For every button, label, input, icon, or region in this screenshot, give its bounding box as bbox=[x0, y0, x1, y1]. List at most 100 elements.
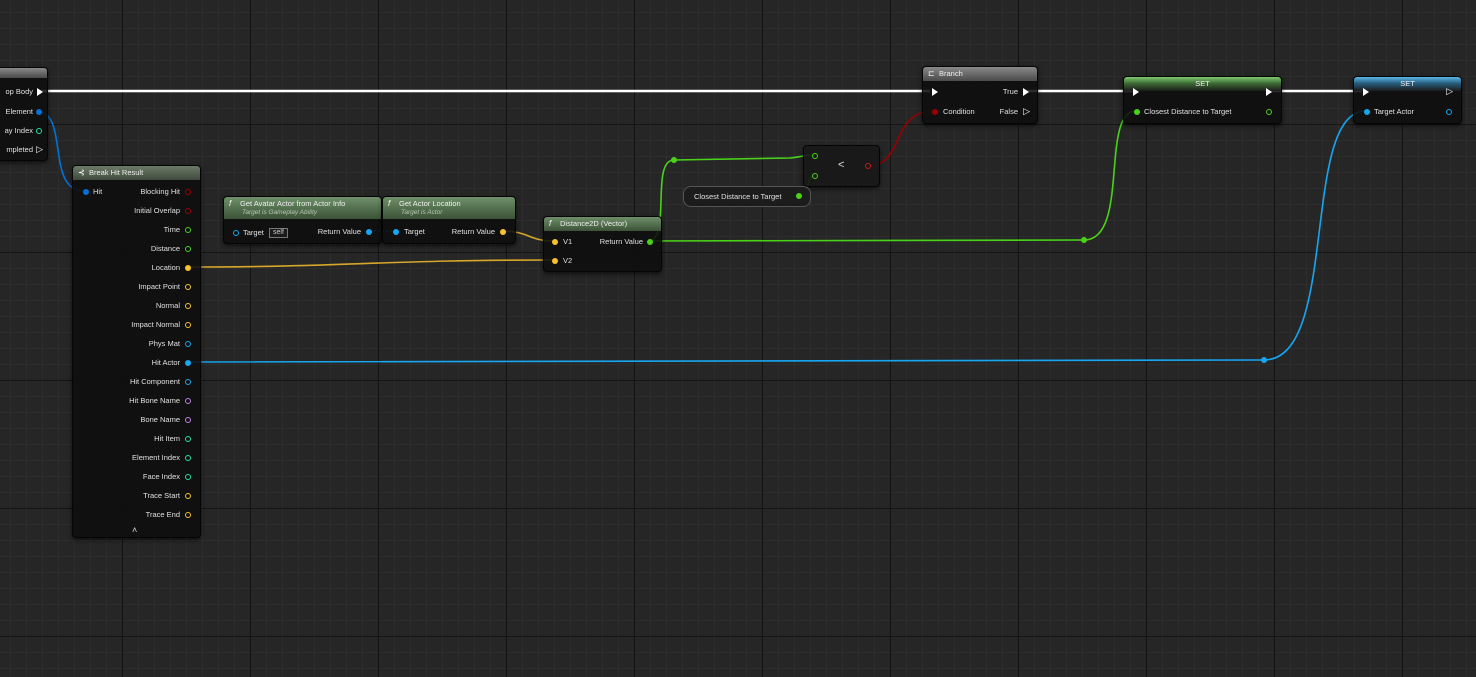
distance2d-node[interactable]: f Distance2D (Vector) V1 V2 Return Value bbox=[543, 216, 662, 272]
location-label: Location bbox=[151, 263, 180, 272]
variable-label: Closest Distance to Target bbox=[694, 192, 782, 201]
array-index-label: ay Index bbox=[4, 126, 33, 135]
hit-item-output-pin[interactable] bbox=[185, 436, 191, 442]
closest-distance-getter-node[interactable]: Closest Distance to Target bbox=[683, 186, 811, 207]
target-label: Target bbox=[243, 228, 264, 237]
branch-icon: ⊏ bbox=[928, 69, 935, 78]
value-input-pin[interactable] bbox=[1134, 109, 1140, 115]
return-value-pin[interactable] bbox=[500, 229, 506, 235]
exec-input-pin[interactable] bbox=[1363, 88, 1369, 96]
initial-overlap-output-pin[interactable] bbox=[185, 208, 191, 214]
return-value-label: Return Value bbox=[599, 237, 643, 246]
loop-body-exec-pin[interactable] bbox=[37, 88, 43, 96]
v1-label: V1 bbox=[563, 237, 573, 246]
normal-output-pin[interactable] bbox=[185, 303, 191, 309]
trace-start-output-pin[interactable] bbox=[185, 493, 191, 499]
break-hit-result-header: ⊰ Break Hit Result bbox=[73, 166, 200, 180]
phys-mat-label: Phys Mat bbox=[148, 339, 180, 348]
v1-input-pin[interactable] bbox=[552, 239, 558, 245]
array-element-pin[interactable] bbox=[36, 109, 42, 115]
get-actor-location-header: f Get Actor Location Target is Actor bbox=[383, 197, 515, 219]
element-index-label: Element Index bbox=[132, 453, 180, 462]
loop-body-label: op Body bbox=[5, 87, 33, 96]
hit-actor-output-pin[interactable] bbox=[185, 360, 191, 366]
exec-input-pin[interactable] bbox=[1133, 88, 1139, 96]
completed-exec-pin[interactable]: ▷ bbox=[36, 145, 43, 154]
condition-label: Condition bbox=[943, 107, 975, 116]
a-input-pin[interactable] bbox=[812, 153, 818, 159]
get-actor-location-node[interactable]: f Get Actor Location Target is Actor Targe… bbox=[382, 196, 516, 244]
reroute-knot bbox=[1261, 357, 1267, 363]
distance-output-pin[interactable] bbox=[185, 246, 191, 252]
return-value-label: Return Value bbox=[317, 227, 361, 236]
bool-output-pin[interactable] bbox=[865, 163, 871, 169]
return-value-pin[interactable] bbox=[647, 239, 653, 245]
array-index-pin[interactable] bbox=[36, 128, 42, 134]
trace-end-output-pin[interactable] bbox=[185, 512, 191, 518]
branch-header: ⊏ Branch bbox=[923, 67, 1037, 81]
bone-name-output-pin[interactable] bbox=[185, 417, 191, 423]
vector-wire-location-to-v2 bbox=[185, 259, 555, 268]
break-hit-result-node[interactable]: ⊰ Break Hit Result Hit Blocking Hit Initia… bbox=[72, 165, 201, 538]
condition-input-pin[interactable] bbox=[932, 109, 938, 115]
node-subtitle: Target is Actor bbox=[401, 209, 443, 216]
hit-component-label: Hit Component bbox=[129, 377, 180, 386]
location-output-pin[interactable] bbox=[185, 265, 191, 271]
function-icon: f bbox=[549, 219, 552, 228]
node-subtitle: Target is Gameplay Ability bbox=[242, 209, 318, 216]
set-pin-label: Target Actor bbox=[1374, 107, 1415, 116]
element-index-output-pin[interactable] bbox=[185, 455, 191, 461]
exec-output-pin[interactable] bbox=[1266, 88, 1272, 96]
target-input-pin[interactable] bbox=[233, 230, 239, 236]
face-index-label: Face Index bbox=[142, 472, 180, 481]
hit-component-output-pin[interactable] bbox=[185, 379, 191, 385]
initial-overlap-label: Initial Overlap bbox=[134, 206, 180, 215]
face-index-output-pin[interactable] bbox=[185, 474, 191, 480]
value-output-pin[interactable] bbox=[1266, 109, 1272, 115]
time-output-pin[interactable] bbox=[185, 227, 191, 233]
reroute-knot bbox=[671, 157, 677, 163]
value-output-pin[interactable] bbox=[1446, 109, 1452, 115]
hit-input-pin[interactable] bbox=[83, 189, 89, 195]
for-each-loop-node[interactable]: op Body Element ay Index mpleted ▷ bbox=[0, 67, 48, 161]
hit-bone-name-output-pin[interactable] bbox=[185, 398, 191, 404]
impact-point-label: Impact Point bbox=[138, 282, 180, 291]
set-closest-distance-node[interactable]: SET Closest Distance to Target bbox=[1123, 76, 1282, 124]
exec-input-pin[interactable] bbox=[932, 88, 938, 96]
b-input-pin[interactable] bbox=[812, 173, 818, 179]
node-title: Distance2D (Vector) bbox=[560, 219, 628, 228]
reroute-knot bbox=[1081, 237, 1087, 243]
node-title: Branch bbox=[939, 69, 963, 78]
variable-output-pin[interactable] bbox=[796, 193, 802, 199]
hit-item-label: Hit Item bbox=[154, 434, 180, 443]
distance2d-header: f Distance2D (Vector) bbox=[544, 217, 661, 231]
target-self-field[interactable]: self bbox=[269, 228, 288, 238]
set-target-actor-node[interactable]: SET ▷ Target Actor bbox=[1353, 76, 1462, 124]
node-title: Break Hit Result bbox=[89, 168, 144, 177]
value-input-pin[interactable] bbox=[1364, 109, 1370, 115]
impact-normal-output-pin[interactable] bbox=[185, 322, 191, 328]
node-title: SET bbox=[1195, 79, 1210, 88]
v2-input-pin[interactable] bbox=[552, 258, 558, 264]
get-avatar-actor-node[interactable]: f Get Avatar Actor from Actor Info Target … bbox=[223, 196, 382, 244]
v2-label: V2 bbox=[563, 256, 573, 265]
completed-label: mpleted bbox=[6, 145, 33, 154]
true-label: True bbox=[1002, 87, 1018, 96]
node-title: Get Avatar Actor from Actor Info bbox=[240, 199, 346, 208]
node-title: Get Actor Location bbox=[399, 199, 461, 208]
chevron-up-icon[interactable]: ˄ bbox=[132, 525, 137, 535]
blocking-hit-output-pin[interactable] bbox=[185, 189, 191, 195]
get-avatar-actor-header: f Get Avatar Actor from Actor Info Target … bbox=[224, 197, 381, 219]
impact-normal-label: Impact Normal bbox=[131, 320, 180, 329]
return-value-pin[interactable] bbox=[366, 229, 372, 235]
target-input-pin[interactable] bbox=[393, 229, 399, 235]
exec-output-pin[interactable]: ▷ bbox=[1446, 87, 1453, 96]
hit-actor-label: Hit Actor bbox=[151, 358, 180, 367]
node-title: SET bbox=[1400, 79, 1415, 88]
phys-mat-output-pin[interactable] bbox=[185, 341, 191, 347]
true-exec-pin[interactable] bbox=[1023, 88, 1029, 96]
impact-point-output-pin[interactable] bbox=[185, 284, 191, 290]
branch-node[interactable]: ⊏ Branch Condition True False ▷ bbox=[922, 66, 1038, 124]
less-than-node[interactable]: < bbox=[803, 145, 880, 187]
false-exec-pin[interactable]: ▷ bbox=[1023, 107, 1030, 116]
